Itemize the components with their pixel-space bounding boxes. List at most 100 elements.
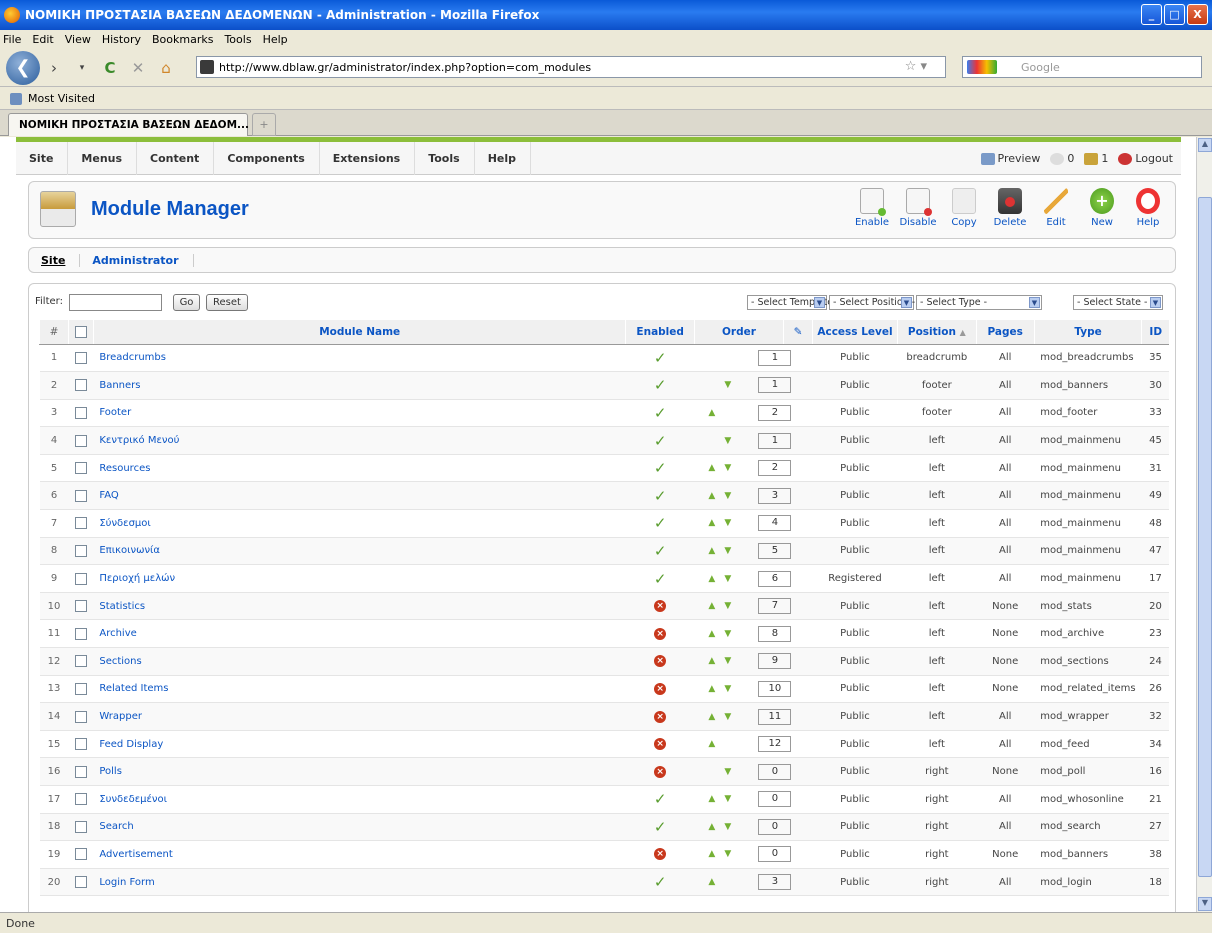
order-input[interactable]: 1 bbox=[758, 349, 792, 366]
home-icon[interactable]: ⌂ bbox=[154, 56, 178, 80]
order-down-icon[interactable]: ▼ bbox=[724, 767, 740, 777]
order-up-icon[interactable]: ▲ bbox=[708, 849, 724, 859]
access-level-link[interactable]: Public bbox=[812, 619, 898, 649]
row-checkbox[interactable] bbox=[74, 406, 87, 419]
delete-button[interactable]: Delete bbox=[987, 188, 1033, 228]
module-name-link[interactable]: Σύνδεσμοι bbox=[93, 509, 626, 538]
select-type[interactable]: - Select Type - ▼ bbox=[916, 295, 1042, 310]
col-position[interactable]: Position ▲ bbox=[896, 320, 977, 345]
access-level-link[interactable]: Registered bbox=[812, 564, 898, 593]
order-down-icon[interactable]: ▼ bbox=[724, 546, 740, 556]
enabled-check-icon[interactable]: ✓ bbox=[654, 790, 667, 808]
order-input[interactable]: 5 bbox=[758, 542, 792, 559]
module-name-link[interactable]: Περιοχή μελών bbox=[93, 564, 626, 593]
module-name-link[interactable]: Advertisement bbox=[93, 840, 626, 869]
order-up-icon[interactable]: ▲ bbox=[708, 574, 724, 584]
row-checkbox[interactable] bbox=[74, 489, 87, 502]
bookmark-star-icon[interactable]: ☆ ▾ bbox=[905, 59, 927, 74]
order-input[interactable]: 1 bbox=[758, 377, 792, 394]
row-checkbox[interactable] bbox=[74, 820, 87, 833]
module-name-link[interactable]: Συνδεδεμένοι bbox=[93, 785, 626, 814]
order-up-icon[interactable]: ▲ bbox=[708, 822, 724, 832]
order-input[interactable]: 0 bbox=[758, 791, 792, 808]
order-up-icon[interactable]: ▲ bbox=[708, 877, 724, 887]
col-module-name[interactable]: Module Name bbox=[92, 320, 626, 345]
order-down-icon[interactable]: ▼ bbox=[724, 491, 740, 501]
order-input[interactable]: 2 bbox=[758, 460, 792, 477]
vertical-scrollbar[interactable]: ▲ ▼ bbox=[1196, 137, 1212, 912]
scroll-down-icon[interactable]: ▼ bbox=[1198, 897, 1212, 911]
row-checkbox[interactable] bbox=[74, 793, 87, 806]
admin-menu-site[interactable]: Site bbox=[16, 141, 69, 175]
order-down-icon[interactable]: ▼ bbox=[724, 794, 740, 804]
access-level-link[interactable]: Public bbox=[812, 592, 898, 621]
col-type[interactable]: Type bbox=[1033, 320, 1142, 345]
enabled-check-icon[interactable]: ✓ bbox=[654, 542, 667, 560]
row-checkbox[interactable] bbox=[74, 600, 87, 613]
module-name-link[interactable]: Statistics bbox=[93, 592, 626, 621]
module-name-link[interactable]: Related Items bbox=[93, 675, 626, 704]
module-name-link[interactable]: Archive bbox=[93, 619, 626, 649]
access-level-link[interactable]: Public bbox=[812, 454, 898, 483]
preview-link[interactable]: Preview bbox=[980, 152, 1040, 165]
menu-file[interactable]: File bbox=[3, 33, 21, 46]
row-checkbox[interactable] bbox=[74, 738, 87, 751]
module-name-link[interactable]: Επικοινωνία bbox=[93, 537, 626, 566]
enabled-check-icon[interactable]: ✓ bbox=[654, 818, 667, 836]
disabled-x-icon[interactable]: × bbox=[654, 600, 667, 613]
row-checkbox[interactable] bbox=[74, 710, 87, 723]
scrollbar-thumb[interactable] bbox=[1198, 197, 1212, 877]
access-level-link[interactable]: Public bbox=[812, 509, 898, 538]
row-checkbox[interactable] bbox=[74, 627, 87, 640]
order-input[interactable]: 0 bbox=[758, 818, 792, 835]
col-enabled[interactable]: Enabled bbox=[625, 320, 695, 345]
admin-menu-tools[interactable]: Tools bbox=[415, 141, 475, 175]
access-level-link[interactable]: Public bbox=[812, 868, 898, 897]
back-button[interactable]: ❮ bbox=[6, 50, 40, 85]
access-level-link[interactable]: Public bbox=[812, 344, 898, 373]
order-input[interactable]: 11 bbox=[758, 708, 792, 725]
browser-tab[interactable]: ΝΟΜΙΚΗ ΠΡΟΣΤΑΣΙΑ ΒΑΣΕΩΝ ΔΕΔΟΜ... bbox=[8, 113, 249, 136]
disabled-x-icon[interactable]: × bbox=[654, 682, 667, 695]
order-input[interactable]: 1 bbox=[758, 432, 792, 449]
admin-menu-content[interactable]: Content bbox=[137, 141, 215, 175]
access-level-link[interactable]: Public bbox=[812, 399, 898, 428]
order-up-icon[interactable]: ▲ bbox=[708, 463, 724, 473]
row-checkbox[interactable] bbox=[74, 379, 87, 392]
access-level-link[interactable]: Public bbox=[812, 481, 898, 511]
order-input[interactable]: 0 bbox=[758, 846, 792, 863]
order-down-icon[interactable]: ▼ bbox=[724, 463, 740, 473]
enabled-check-icon[interactable]: ✓ bbox=[654, 514, 667, 532]
module-name-link[interactable]: Breadcrumbs bbox=[93, 344, 626, 373]
reset-button[interactable]: Reset bbox=[206, 294, 248, 311]
access-level-link[interactable]: Public bbox=[812, 537, 898, 566]
order-up-icon[interactable]: ▲ bbox=[708, 712, 724, 722]
row-checkbox[interactable] bbox=[74, 434, 87, 447]
menu-tools[interactable]: Tools bbox=[224, 33, 251, 46]
col-order[interactable]: Order bbox=[693, 320, 784, 345]
order-up-icon[interactable]: ▲ bbox=[708, 684, 724, 694]
order-input[interactable]: 4 bbox=[758, 515, 792, 532]
save-order-icon[interactable]: ✎ bbox=[782, 320, 813, 345]
col-id[interactable]: ID bbox=[1141, 320, 1169, 345]
order-down-icon[interactable]: ▼ bbox=[724, 712, 740, 722]
access-level-link[interactable]: Public bbox=[812, 757, 898, 786]
module-name-link[interactable]: Sections bbox=[93, 647, 626, 676]
module-name-link[interactable]: Login Form bbox=[93, 868, 626, 897]
enabled-check-icon[interactable]: ✓ bbox=[654, 459, 667, 477]
enabled-check-icon[interactable]: ✓ bbox=[654, 487, 667, 505]
access-level-link[interactable]: Public bbox=[812, 371, 898, 400]
order-down-icon[interactable]: ▼ bbox=[724, 629, 740, 639]
select-all-checkbox[interactable] bbox=[74, 325, 87, 338]
select-state[interactable]: - Select State - ▼ bbox=[1073, 295, 1163, 310]
module-name-link[interactable]: Banners bbox=[93, 371, 626, 400]
select-position[interactable]: - Select Position - ▼ bbox=[829, 295, 915, 310]
module-name-link[interactable]: FAQ bbox=[93, 481, 626, 511]
row-checkbox[interactable] bbox=[74, 876, 87, 889]
stop-icon[interactable]: ✕ bbox=[126, 56, 150, 80]
order-up-icon[interactable]: ▲ bbox=[708, 546, 724, 556]
order-up-icon[interactable]: ▲ bbox=[708, 408, 724, 418]
logout-link[interactable]: Logout bbox=[1118, 152, 1173, 165]
access-level-link[interactable]: Public bbox=[812, 426, 898, 455]
admin-menu-help[interactable]: Help bbox=[475, 141, 531, 175]
